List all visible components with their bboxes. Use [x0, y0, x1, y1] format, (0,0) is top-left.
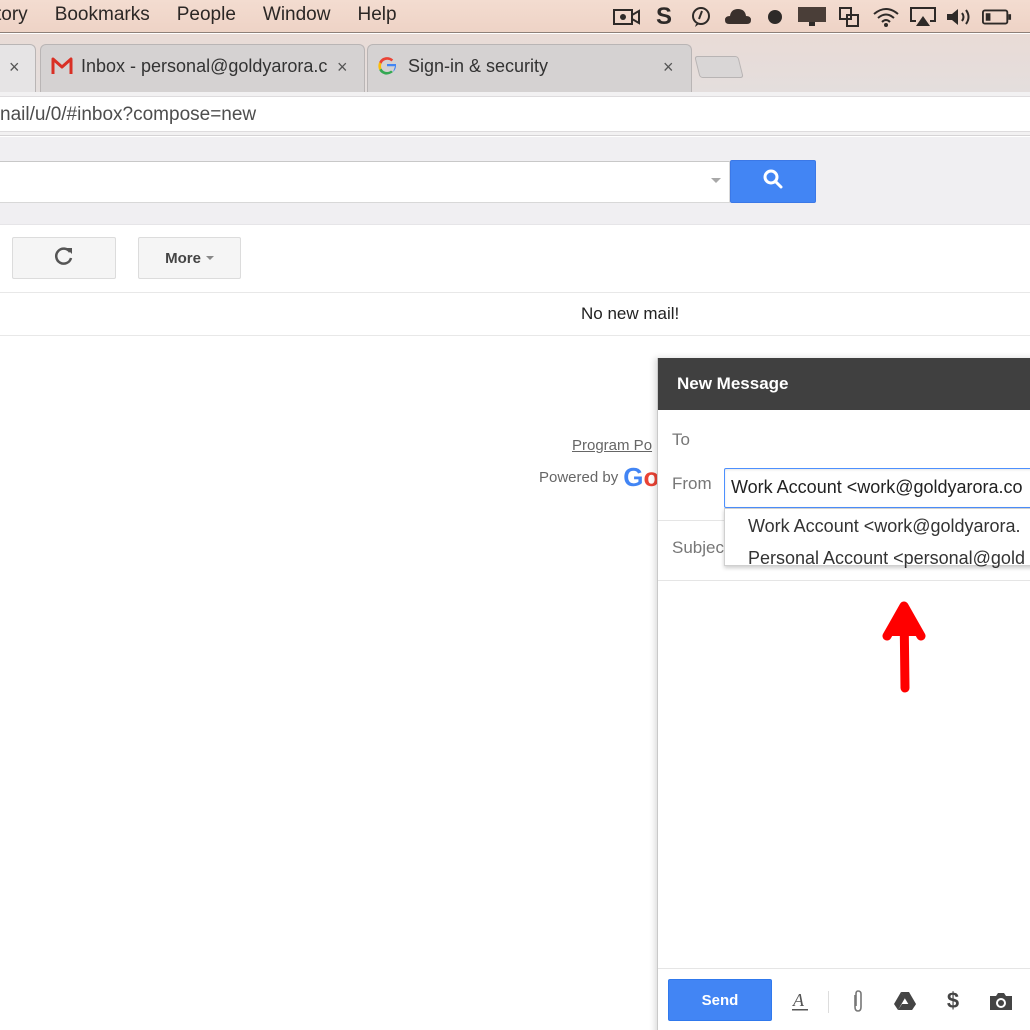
google-drive-icon[interactable]	[891, 987, 919, 1015]
from-select[interactable]: Work Account <work@goldyarora.co	[724, 468, 1030, 508]
browser-toolbar: nail/u/0/#inbox?compose=new	[0, 92, 1030, 136]
airplay-icon[interactable]	[908, 5, 938, 29]
tab-close-icon[interactable]: ×	[663, 57, 674, 78]
messenger-icon[interactable]	[686, 5, 716, 29]
gmail-header	[0, 137, 1030, 225]
from-options-dropdown: Work Account <work@goldyarora. Personal …	[724, 508, 1030, 569]
screen-record-icon[interactable]	[612, 5, 642, 29]
window-switch-icon[interactable]	[834, 5, 864, 29]
menu-help[interactable]: Help	[357, 4, 396, 26]
message-body[interactable]	[658, 581, 1030, 967]
empty-inbox-message: No new mail!	[581, 304, 680, 323]
camera-icon[interactable]	[987, 987, 1015, 1015]
tab-sign-in-security[interactable]: Sign-in & security ×	[367, 44, 692, 92]
screen: tory Bookmarks People Window Help S	[0, 0, 1030, 1030]
tab-previous[interactable]: ×	[0, 44, 36, 92]
from-option-work[interactable]: Work Account <work@goldyarora.	[748, 516, 1021, 537]
google-logo: Go	[623, 462, 660, 492]
tab-close-icon[interactable]: ×	[9, 57, 20, 78]
mail-action-bar: More	[0, 226, 1030, 293]
gmail-icon	[51, 57, 73, 80]
formatting-icon[interactable]: A	[786, 987, 814, 1015]
menu-bookmarks[interactable]: Bookmarks	[55, 4, 150, 26]
to-field[interactable]: To	[672, 430, 690, 450]
tab-title: Sign-in & security	[408, 56, 549, 76]
cloud-icon[interactable]	[723, 5, 753, 29]
address-bar[interactable]: nail/u/0/#inbox?compose=new	[0, 96, 1030, 132]
more-button[interactable]: More	[138, 237, 241, 279]
record-dot-icon[interactable]	[760, 5, 790, 29]
subject-field[interactable]: Subjec	[672, 538, 724, 558]
program-policies-link[interactable]: Program Po	[572, 437, 652, 454]
compose-title: New Message	[677, 374, 789, 393]
google-icon	[376, 55, 398, 82]
search-input[interactable]	[0, 161, 730, 203]
address-bar-url[interactable]: nail/u/0/#inbox?compose=new	[0, 104, 256, 126]
money-icon[interactable]: $	[939, 987, 967, 1015]
new-tab-button[interactable]	[694, 56, 744, 78]
attach-icon[interactable]	[844, 987, 872, 1015]
from-option-personal[interactable]: Personal Account <personal@gold	[748, 548, 1025, 569]
tab-gmail-inbox[interactable]: Inbox - personal@goldyarora.c ×	[40, 44, 365, 92]
send-button[interactable]: Send	[668, 979, 772, 1021]
skype-icon[interactable]: S	[649, 3, 679, 30]
from-select-value: Work Account <work@goldyarora.co	[731, 477, 1023, 497]
powered-by: Powered by Go	[539, 462, 659, 493]
display-icon[interactable]	[797, 5, 827, 29]
tab-title: Inbox - personal@goldyarora.c	[81, 56, 328, 76]
compose-window: New Message To From Work Account <work@g…	[657, 358, 1030, 1030]
menu-history[interactable]: tory	[0, 4, 28, 26]
compose-footer: Send A $	[658, 968, 1030, 1030]
powered-by-label: Powered by	[539, 469, 619, 486]
compose-header[interactable]: New Message	[658, 358, 1030, 410]
menu-bar: tory Bookmarks People Window Help S	[0, 0, 1030, 33]
refresh-button[interactable]	[12, 237, 116, 279]
from-label: From	[672, 474, 712, 493]
search-icon	[762, 168, 784, 195]
send-button-label: Send	[701, 991, 739, 1009]
search-button[interactable]	[730, 160, 816, 203]
browser-tab-strip: × Inbox - personal@goldyarora.c × Sign-i…	[0, 34, 1030, 92]
wifi-icon[interactable]	[871, 5, 901, 29]
svg-text:A: A	[792, 990, 805, 1010]
tab-close-icon[interactable]: ×	[337, 57, 348, 78]
annotation-arrow-icon	[882, 601, 926, 693]
search-options-caret-icon[interactable]	[711, 178, 721, 183]
inbox-empty-row: No new mail!	[0, 294, 1030, 336]
more-button-label: More	[165, 249, 201, 267]
volume-icon[interactable]	[945, 5, 975, 29]
divider	[828, 991, 829, 1013]
menu-window[interactable]: Window	[263, 4, 331, 26]
menu-people[interactable]: People	[177, 4, 236, 26]
refresh-icon	[53, 245, 75, 272]
battery-icon[interactable]	[982, 5, 1012, 29]
chevron-down-icon	[205, 256, 214, 260]
